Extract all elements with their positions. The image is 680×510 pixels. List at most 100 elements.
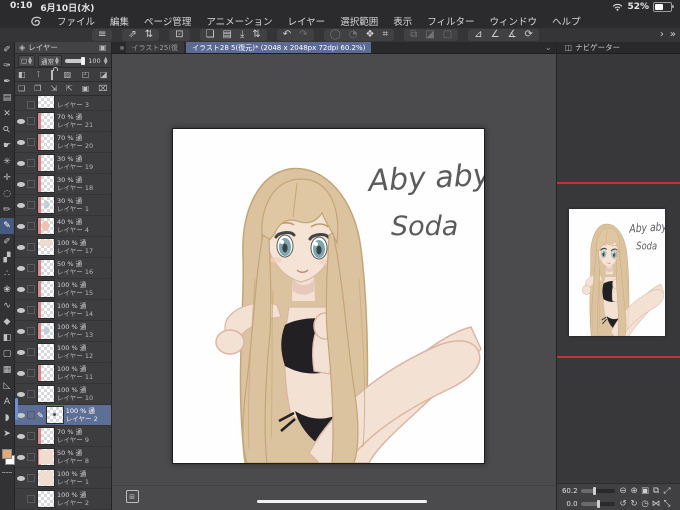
lock-alpha-icon[interactable]: ▨	[64, 70, 72, 79]
document-tab-active[interactable]: イラスト28 5(復元)* (2048 x 2048px 72dpi 60.2%…	[186, 42, 372, 53]
layer-checkbox[interactable]	[27, 138, 35, 146]
layer-checkbox[interactable]	[27, 327, 35, 335]
layer-row[interactable]: 100 % 通レイヤー 12	[15, 342, 111, 363]
document-tab-inactive[interactable]: イラスト25(復	[125, 42, 185, 53]
snap-special-ruler-icon[interactable]: ∠	[491, 29, 500, 41]
mask-icon[interactable]: ◰	[82, 70, 90, 79]
layer-row[interactable]: 100 % 通レイヤー 14	[15, 300, 111, 321]
layer-thumbnail[interactable]	[37, 364, 55, 382]
delete-layer-icon[interactable]: ⌧	[98, 84, 107, 93]
transfer-down-icon[interactable]: ⇲	[50, 84, 57, 93]
merge-down-icon[interactable]: ⇱	[66, 84, 73, 93]
layer-thumbnail[interactable]	[37, 133, 55, 151]
visibility-eye-icon[interactable]	[17, 223, 25, 229]
visibility-eye-icon[interactable]	[17, 349, 25, 355]
layer-row[interactable]: 70 % 通レイヤー 21	[15, 111, 111, 132]
visibility-eye-icon[interactable]	[17, 328, 25, 334]
navigator-tab[interactable]: ◫ ナビゲーター	[556, 42, 680, 54]
clip-to-layer-icon[interactable]: ◧	[18, 70, 26, 79]
visibility-eye-icon[interactable]	[17, 412, 25, 418]
layer-checkbox[interactable]	[27, 101, 35, 109]
layer-thumbnail[interactable]	[37, 112, 55, 130]
transform-frame-icon[interactable]: ⌗	[382, 29, 388, 41]
panel-menu-icon[interactable]: ▣	[99, 43, 107, 52]
layer-row[interactable]: 30 % 通レイヤー 1	[15, 195, 111, 216]
layer-thumbnail[interactable]	[37, 238, 55, 256]
layer-checkbox[interactable]	[27, 243, 35, 251]
layer-thumbnail[interactable]	[37, 427, 55, 445]
zoom-in-icon[interactable]: ⊕	[629, 486, 640, 496]
visibility-eye-icon[interactable]	[17, 286, 25, 292]
reference-card-icon[interactable]: ▤	[0, 90, 14, 106]
layer-thumbnail[interactable]	[37, 259, 55, 277]
rotate-pen-icon[interactable]: ⟳	[525, 29, 533, 41]
stepper-icon[interactable]: ⇅	[145, 29, 153, 41]
layer-row[interactable]: 100 % 通レイヤー 11	[15, 363, 111, 384]
new-layer-icon[interactable]: ❏	[18, 84, 25, 93]
visibility-eye-icon[interactable]	[17, 160, 25, 166]
window-selector-icon[interactable]: ⊞	[125, 490, 139, 504]
layer-checkbox[interactable]	[27, 453, 35, 461]
menu-item-3[interactable]: アニメーション	[206, 17, 272, 28]
operation-pen-icon[interactable]: ✐	[0, 42, 14, 58]
visibility-eye-icon[interactable]	[17, 454, 25, 460]
layer-thumbnail[interactable]	[37, 469, 55, 487]
layer-row[interactable]: 50 % 通レイヤー 16	[15, 258, 111, 279]
menu-item-6[interactable]: 表示	[393, 17, 412, 28]
layer-row[interactable]: 40 % 通レイヤー 4	[15, 216, 111, 237]
visibility-eye-icon[interactable]	[17, 475, 25, 481]
layer-checkbox[interactable]	[27, 411, 35, 419]
hamburger-menu-icon[interactable]: ≡	[98, 29, 106, 41]
close-icon[interactable]: ✕	[0, 106, 14, 122]
horizontal-scrollbar[interactable]	[256, 500, 427, 504]
layer-row[interactable]: 100 % 通レイヤー 2	[15, 489, 111, 510]
layer-row[interactable]: 30 % 通レイヤー 19	[15, 153, 111, 174]
layer-row[interactable]: レイヤー 3	[15, 96, 111, 111]
stepper2-icon[interactable]: ⇅	[252, 29, 260, 41]
draft-layer-icon[interactable]: ◪	[100, 70, 108, 79]
canvas-area[interactable]	[111, 54, 556, 486]
layer-checkbox[interactable]	[27, 117, 35, 125]
figure-pen-icon[interactable]: ✒	[0, 74, 14, 90]
material-icon[interactable]: ❖	[366, 29, 375, 41]
rotate-canvas-icon[interactable]: ✳	[0, 154, 14, 170]
polyline-tool-icon[interactable]: ◺	[0, 378, 14, 394]
decoration-tool-icon[interactable]: ❀	[0, 282, 14, 298]
pen-tool-icon[interactable]: ✎	[0, 218, 14, 234]
menu-item-2[interactable]: ページ管理	[144, 17, 191, 28]
collapse-chevron-icon[interactable]: ⌄	[545, 43, 552, 52]
invert-selection-icon[interactable]: ◪	[425, 29, 434, 41]
layer-row[interactable]: 70 % 通レイヤー 9	[15, 426, 111, 447]
brush-tool-icon[interactable]: ▞	[0, 250, 14, 266]
lock-layer-icon[interactable]	[50, 69, 53, 80]
layer-checkbox[interactable]	[27, 369, 35, 377]
reset-view-icon[interactable]: ◷	[640, 499, 651, 509]
save-icon[interactable]: ⤓	[240, 29, 244, 41]
menu-item-5[interactable]: 選択範囲	[340, 17, 378, 28]
grid-tool-icon[interactable]: ▦	[0, 362, 14, 378]
layer-row[interactable]: 70 % 通レイヤー 20	[15, 132, 111, 153]
layer-checkbox[interactable]	[27, 201, 35, 209]
panel-expand-icon[interactable]: »	[670, 29, 676, 41]
navigator-thumbnail[interactable]	[567, 208, 669, 337]
layer-checkbox[interactable]	[27, 495, 35, 503]
layer-thumbnail[interactable]	[37, 280, 55, 298]
rotate-cw-icon[interactable]: ↻	[629, 499, 640, 509]
layer-thumbnail[interactable]	[37, 490, 55, 508]
layer-checkbox[interactable]	[27, 474, 35, 482]
mask-create-icon[interactable]: ▣	[82, 84, 90, 93]
display-settings-icon[interactable]: ⊡	[175, 29, 183, 41]
layer-row[interactable]: 100 % 通レイヤー 10	[15, 384, 111, 405]
layer-thumbnail[interactable]	[37, 322, 55, 340]
menu-item-8[interactable]: ウィンドウ	[490, 17, 538, 28]
menu-item-0[interactable]: ファイル	[57, 17, 95, 28]
layer-checkbox[interactable]	[27, 390, 35, 398]
deselect-icon[interactable]: ⧉	[410, 29, 417, 41]
visibility-eye-icon[interactable]	[17, 202, 25, 208]
snap-grid-icon[interactable]: ∡	[508, 29, 517, 41]
text-tool-icon[interactable]: A	[0, 394, 14, 410]
fit-screen-icon[interactable]: ⤢	[662, 486, 673, 496]
export-icon[interactable]: ⇗	[128, 29, 136, 41]
primary-color-swatch[interactable]	[2, 449, 12, 459]
hand-tool-icon[interactable]: ☛	[0, 138, 14, 154]
